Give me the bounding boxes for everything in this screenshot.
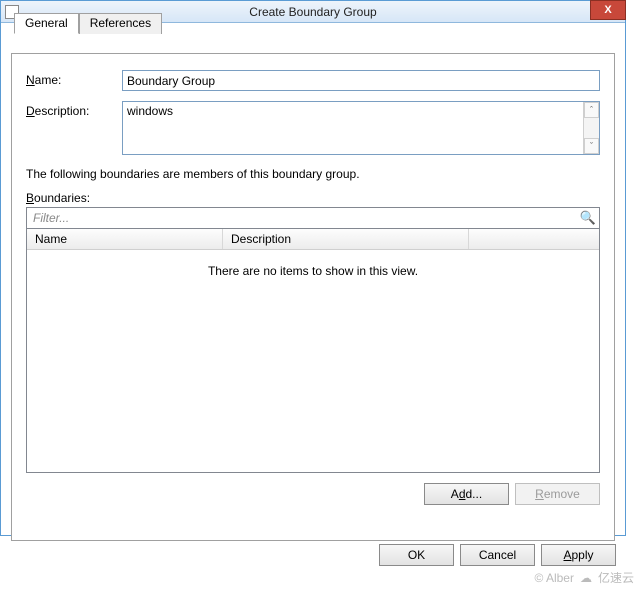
boundary-buttons: Add... Remove: [26, 483, 600, 505]
tab-references[interactable]: References: [79, 13, 162, 34]
tabstrip: General References: [14, 13, 162, 34]
close-icon: X: [604, 4, 611, 16]
ok-button[interactable]: OK: [379, 544, 454, 566]
add-button[interactable]: Add...: [424, 483, 509, 505]
empty-message: There are no items to show in this view.: [27, 250, 599, 278]
hint-text: The following boundaries are members of …: [26, 167, 600, 181]
tab-general[interactable]: General: [14, 13, 79, 34]
boundaries-label: Boundaries:: [26, 191, 600, 205]
col-description[interactable]: Description: [223, 229, 469, 249]
scroll-up-icon[interactable]: ˆ: [584, 102, 599, 118]
description-wrap: windows ˆ ˇ: [122, 101, 600, 155]
col-name[interactable]: Name: [27, 229, 223, 249]
description-input[interactable]: windows: [123, 102, 583, 154]
tab-panel-general: Name: Description: windows ˆ ˇ: [11, 53, 615, 541]
filter-input[interactable]: [27, 209, 577, 227]
cloud-icon: ☁: [580, 571, 592, 585]
remove-button: Remove: [515, 483, 600, 505]
watermark-left: © Alber: [534, 571, 574, 585]
col-spare: [469, 229, 599, 249]
boundaries-listview[interactable]: Name Description There are no items to s…: [26, 229, 600, 473]
cancel-button[interactable]: Cancel: [460, 544, 535, 566]
scrollbar-vertical[interactable]: ˆ ˇ: [583, 102, 599, 154]
dialog-window: Create Boundary Group X General Referenc…: [0, 0, 626, 536]
watermark: © Alber ☁ 亿速云: [534, 569, 634, 586]
content-area: General References Name: Description: wi…: [1, 23, 625, 547]
filter-row: 🔍: [26, 207, 600, 229]
name-input[interactable]: [122, 70, 600, 91]
close-button[interactable]: X: [590, 0, 626, 20]
search-icon[interactable]: 🔍: [577, 210, 599, 226]
list-header: Name Description: [27, 229, 599, 250]
scroll-down-icon[interactable]: ˇ: [584, 138, 599, 154]
watermark-right: 亿速云: [598, 569, 634, 586]
name-label: Name:: [26, 70, 122, 87]
apply-button[interactable]: Apply: [541, 544, 616, 566]
description-label: Description:: [26, 101, 122, 118]
